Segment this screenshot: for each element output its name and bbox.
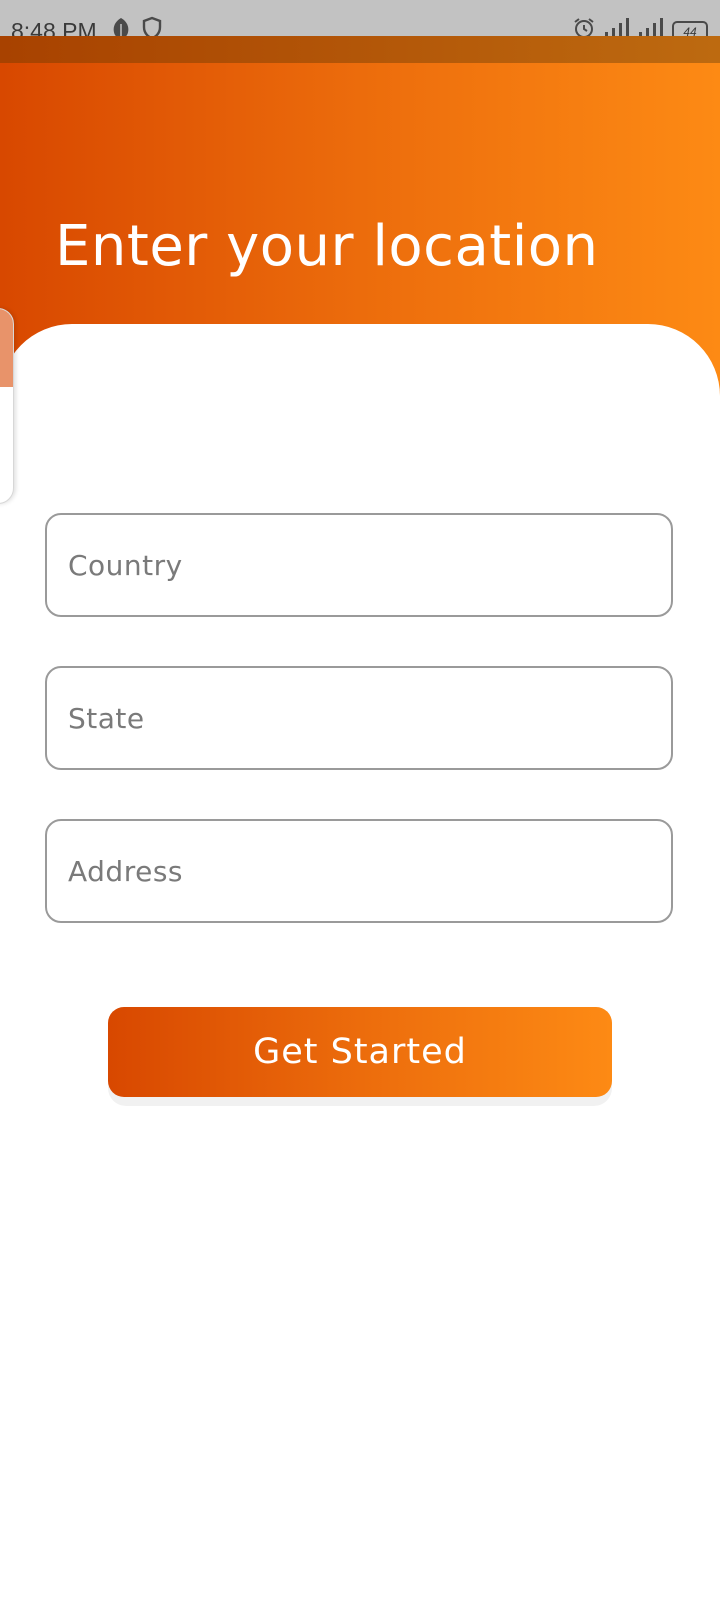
state-input[interactable]: [47, 668, 671, 768]
side-drawer-tab[interactable]: [0, 308, 14, 504]
address-field: [45, 819, 673, 923]
state-field: [45, 666, 673, 770]
get-started-button[interactable]: Get Started: [108, 1007, 612, 1097]
country-field: [45, 513, 673, 617]
page-title: Enter your location: [55, 214, 599, 279]
country-input[interactable]: [47, 515, 671, 615]
side-tab-accent: [0, 309, 13, 387]
header-strip: [0, 36, 720, 63]
address-input[interactable]: [47, 821, 671, 921]
